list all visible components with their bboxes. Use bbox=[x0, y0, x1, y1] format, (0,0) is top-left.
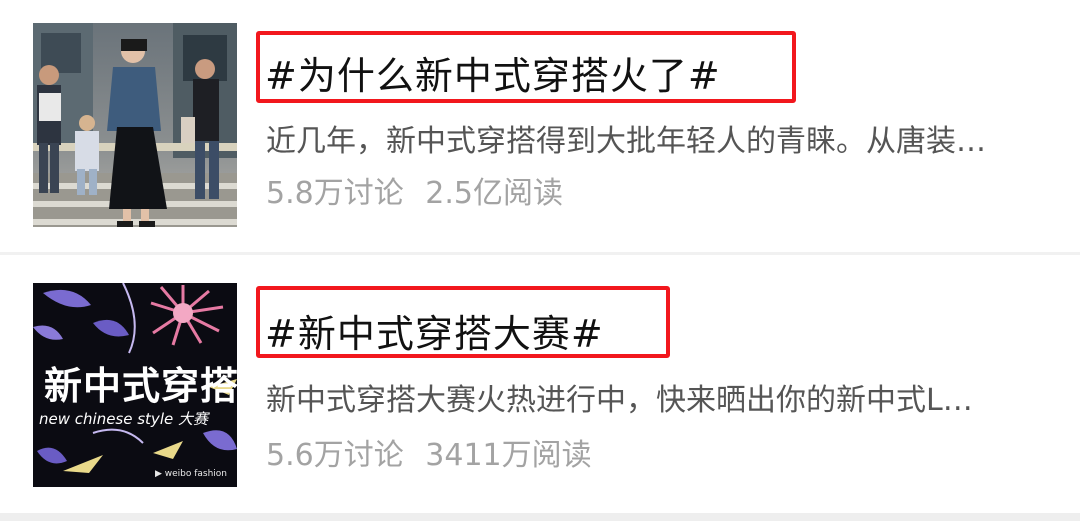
topic-card[interactable]: 新中式穿搭 new chinese style 大赛 ▶ weibo fashi… bbox=[0, 255, 1080, 513]
topic-title[interactable]: #为什么新中式穿搭火了# bbox=[265, 45, 721, 100]
thumbnail-brand-text: ▶ weibo fashion bbox=[154, 469, 227, 479]
discussion-count: 5.8万讨论 bbox=[266, 176, 404, 211]
topic-description: 新中式穿搭大赛火热进行中，快来晒出你的新中式L… bbox=[266, 383, 973, 418]
read-count: 2.5亿阅读 bbox=[425, 176, 563, 211]
topic-card[interactable]: #为什么新中式穿搭火了# 近几年，新中式穿搭得到大批年轻人的青睐。从唐装… 5.… bbox=[0, 0, 1080, 252]
topic-thumbnail[interactable]: 新中式穿搭 new chinese style 大赛 ▶ weibo fashi… bbox=[33, 283, 237, 487]
topic-stats: 5.6万讨论 3411万阅读 bbox=[266, 430, 592, 474]
thumbnail-sub-text: new chinese style 大赛 bbox=[39, 410, 208, 428]
thumbnail-main-text: 新中式穿搭 bbox=[44, 363, 237, 408]
topic-description: 近几年，新中式穿搭得到大批年轻人的青睐。从唐装… bbox=[266, 124, 986, 159]
topic-title[interactable]: #新中式穿搭大赛# bbox=[265, 303, 604, 358]
discussion-count: 5.6万讨论 bbox=[266, 438, 404, 473]
topic-thumbnail[interactable] bbox=[33, 23, 237, 227]
read-count: 3411万阅读 bbox=[425, 438, 592, 473]
list-bottom-band bbox=[0, 513, 1080, 521]
topic-list: #为什么新中式穿搭火了# 近几年，新中式穿搭得到大批年轻人的青睐。从唐装… 5.… bbox=[0, 0, 1080, 521]
topic-stats: 5.8万讨论 2.5亿阅读 bbox=[266, 168, 563, 212]
street-fashion-photo bbox=[33, 23, 237, 227]
